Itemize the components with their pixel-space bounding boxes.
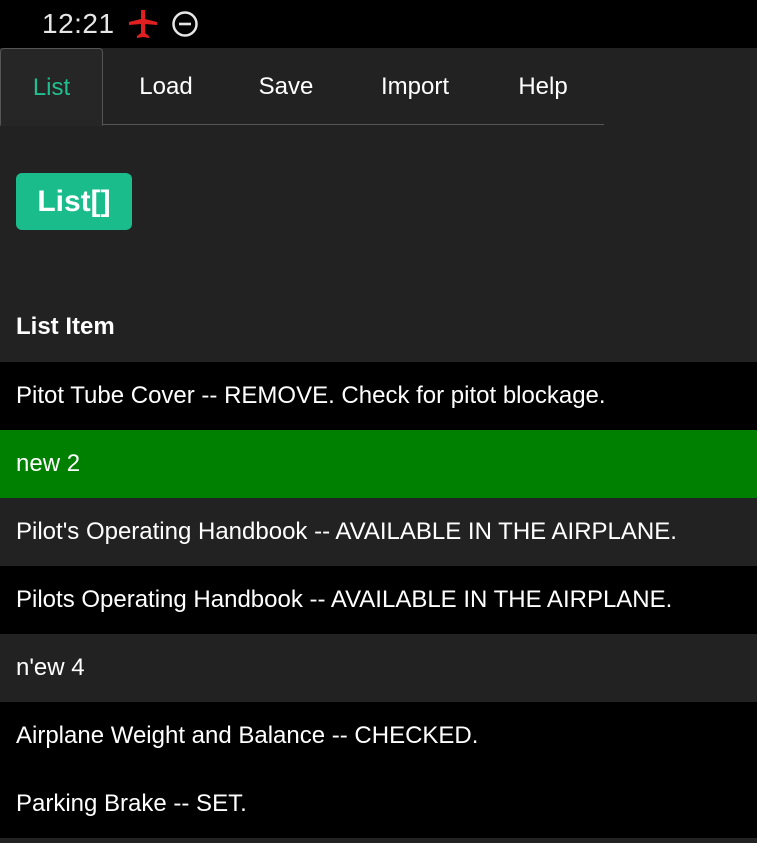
list-item[interactable]: Pilots Operating Handbook -- AVAILABLE I… bbox=[0, 566, 757, 634]
list-item[interactable]: Pitot Tube Cover -- REMOVE. Check for pi… bbox=[0, 362, 757, 430]
list-item-selected[interactable]: new 2 bbox=[0, 430, 757, 498]
tab-list[interactable]: List bbox=[0, 48, 103, 126]
list-button[interactable]: List[] bbox=[16, 173, 132, 230]
tab-bar: List Load Save Import Help bbox=[0, 48, 604, 126]
app-content: List Load Save Import Help List[] List I… bbox=[0, 48, 757, 843]
do-not-disturb-icon bbox=[172, 11, 198, 37]
checklist: Pitot Tube Cover -- REMOVE. Check for pi… bbox=[0, 362, 757, 838]
list-item[interactable]: Parking Brake -- SET. bbox=[0, 770, 757, 838]
tab-save[interactable]: Save bbox=[236, 48, 336, 125]
tab-import[interactable]: Import bbox=[360, 48, 470, 125]
list-header: List Item bbox=[16, 313, 115, 340]
list-item[interactable]: n'ew 4 bbox=[0, 634, 757, 702]
status-time: 12:21 bbox=[42, 8, 115, 39]
tab-help[interactable]: Help bbox=[493, 48, 593, 125]
tab-load[interactable]: Load bbox=[116, 48, 216, 125]
status-bar: 12:21 bbox=[0, 0, 757, 48]
list-item[interactable]: Pilot's Operating Handbook -- AVAILABLE … bbox=[0, 498, 757, 566]
list-item[interactable]: Airplane Weight and Balance -- CHECKED. bbox=[0, 702, 757, 770]
airplane-mode-icon bbox=[129, 10, 157, 38]
